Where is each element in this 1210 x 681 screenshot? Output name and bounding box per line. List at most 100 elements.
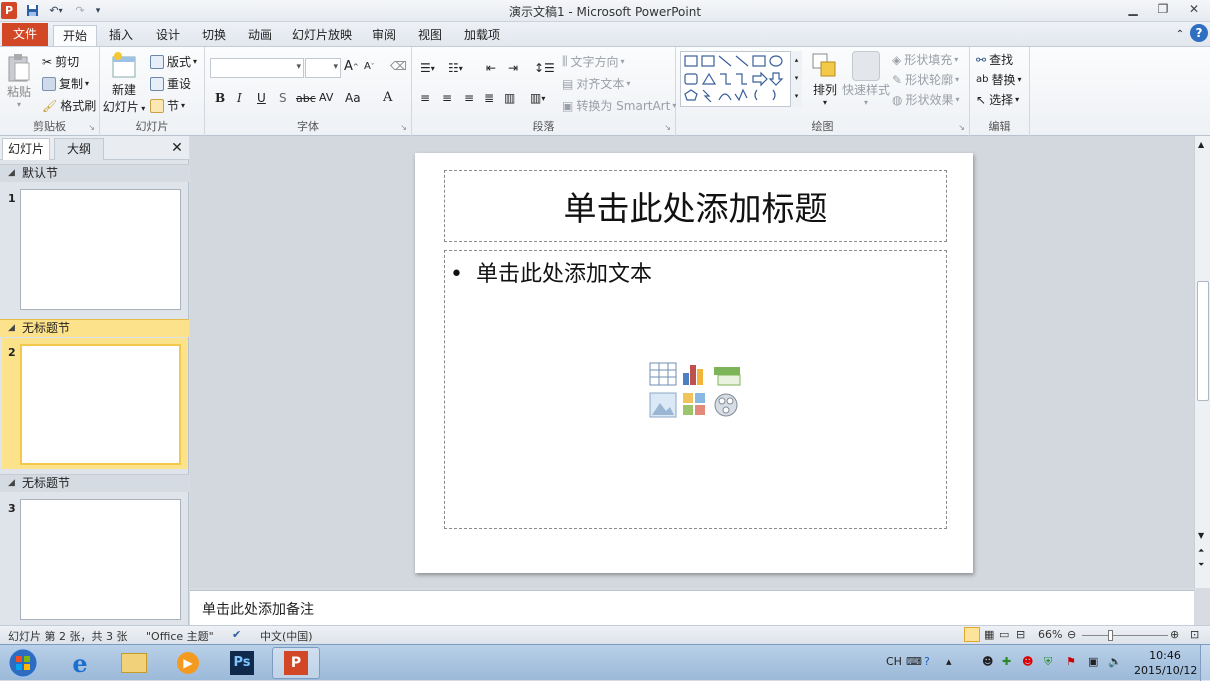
shape-fill-button[interactable]: ◈ 形状填充 ▾ xyxy=(892,51,958,68)
strikethrough-button[interactable]: abc xyxy=(296,92,316,105)
new-slide-button[interactable]: 新建 幻灯片 ▾ xyxy=(103,51,145,115)
layout-button[interactable]: 版式 ▾ xyxy=(150,53,197,70)
dialog-launcher-icon[interactable]: ↘ xyxy=(664,123,671,132)
columns-icon[interactable]: ▥ ▾ xyxy=(530,91,545,105)
line-spacing-icon[interactable]: ↕☰ xyxy=(534,61,555,75)
notes-pane[interactable]: 单击此处添加备注 xyxy=(190,590,1194,625)
section-button[interactable]: 节 ▾ xyxy=(150,97,185,114)
text-direction-button[interactable]: ⫼ 文字方向 ▾ xyxy=(562,53,625,70)
language-status[interactable]: 中文(中国) xyxy=(260,628,313,644)
distributed-icon[interactable]: ▥ xyxy=(504,91,515,105)
tab-file[interactable]: 文件 xyxy=(2,23,48,46)
zoom-slider-thumb[interactable] xyxy=(1108,630,1113,641)
find-button[interactable]: ⚯ 查找 xyxy=(976,51,1013,68)
paste-button[interactable]: 粘贴 ▾ xyxy=(6,53,32,109)
next-slide-icon[interactable]: ⏷ xyxy=(1198,560,1204,570)
minimize-icon[interactable]: ▁ xyxy=(1122,2,1144,19)
photoshop-icon[interactable]: Ps xyxy=(218,647,266,679)
section-header-untitled-selected[interactable]: ◢ 无标题节 xyxy=(0,319,189,337)
fit-to-window-icon[interactable]: ⊡ xyxy=(1190,628,1199,641)
tab-insert[interactable]: 插入 xyxy=(104,25,138,46)
normal-view-icon[interactable] xyxy=(964,627,980,642)
cut-button[interactable]: ✂ 剪切 xyxy=(42,53,79,70)
close-icon[interactable]: ✕ xyxy=(1183,2,1205,19)
close-pane-icon[interactable]: ✕ xyxy=(168,138,186,160)
previous-slide-icon[interactable]: ⏶ xyxy=(1198,546,1204,556)
replace-button[interactable]: ab 替换 ▾ xyxy=(976,71,1022,88)
shrink-font-button[interactable]: Aˇ xyxy=(364,61,374,72)
dialog-launcher-icon[interactable]: ↘ xyxy=(88,123,95,132)
underline-button[interactable]: U xyxy=(257,91,266,105)
convert-smartart-button[interactable]: ▣ 转换为 SmartArt ▾ xyxy=(562,97,676,114)
font-color-button[interactable]: A xyxy=(383,90,392,105)
italic-button[interactable]: I xyxy=(237,91,242,105)
slide-canvas[interactable]: 单击此处添加标题 • 单击此处添加文本 xyxy=(415,153,973,573)
reset-button[interactable]: 重设 xyxy=(150,75,191,92)
align-center-icon[interactable]: ≡ xyxy=(442,91,452,105)
theme-status[interactable]: "Office 主题" xyxy=(146,628,214,644)
align-text-button[interactable]: ▤ 对齐文本 ▾ xyxy=(562,75,630,92)
tab-design[interactable]: 设计 xyxy=(151,25,185,46)
powerpoint-taskbar-icon[interactable]: P xyxy=(272,647,320,679)
ime-indicator[interactable]: CH xyxy=(886,655,902,668)
qq-alert-icon[interactable]: ☻ xyxy=(1022,655,1033,668)
tab-addins[interactable]: 加载项 xyxy=(459,25,505,46)
media-player-icon[interactable]: ▶ xyxy=(164,647,212,679)
restore-icon[interactable]: ❐ xyxy=(1152,2,1174,19)
char-spacing-button[interactable]: AV xyxy=(319,91,333,104)
tab-home[interactable]: 开始 xyxy=(53,25,97,46)
flag-icon[interactable]: ⚑ xyxy=(1066,655,1076,668)
internet-explorer-icon[interactable]: e xyxy=(56,647,104,679)
select-button[interactable]: ↖ 选择 ▾ xyxy=(976,91,1019,108)
change-case-button[interactable]: Aa xyxy=(345,91,361,105)
tab-animations[interactable]: 动画 xyxy=(243,25,277,46)
slideshow-icon[interactable]: ⊟ xyxy=(1016,628,1025,641)
bullets-icon[interactable]: ☰ ▾ xyxy=(420,61,435,75)
section-header-untitled[interactable]: ◢ 无标题节 xyxy=(0,474,189,492)
file-explorer-icon[interactable] xyxy=(110,647,158,679)
dialog-launcher-icon[interactable]: ↘ xyxy=(400,123,407,132)
tab-slides-pane[interactable]: 幻灯片 xyxy=(2,138,50,160)
keyboard-icon[interactable]: ⌨ xyxy=(906,655,922,668)
format-painter-button[interactable]: 🖌 格式刷 xyxy=(42,97,96,114)
show-desktop-button[interactable] xyxy=(1200,645,1210,681)
help-icon[interactable]: ? xyxy=(1190,24,1208,42)
vertical-scrollbar[interactable]: ▲ ▼ ⏶ ⏷ xyxy=(1194,136,1210,588)
tab-slideshow[interactable]: 幻灯片放映 xyxy=(289,25,355,46)
font-family-combo[interactable]: ▾ xyxy=(210,58,304,78)
dialog-launcher-icon[interactable]: ↘ xyxy=(958,123,965,132)
tab-outline-pane[interactable]: 大纲 xyxy=(54,138,104,160)
network-icon[interactable]: ▣ xyxy=(1088,655,1098,668)
tab-transitions[interactable]: 切换 xyxy=(197,25,231,46)
increase-indent-icon[interactable]: ⇥ xyxy=(508,61,518,75)
decrease-indent-icon[interactable]: ⇤ xyxy=(486,61,496,75)
grow-font-button[interactable]: A ^ xyxy=(344,59,359,74)
numbering-icon[interactable]: ☷ ▾ xyxy=(448,61,463,75)
justify-icon[interactable]: ≣ xyxy=(484,91,494,105)
slide-thumbnail-2[interactable] xyxy=(20,344,181,465)
scrollbar-thumb[interactable] xyxy=(1197,281,1209,401)
zoom-slider[interactable] xyxy=(1082,635,1168,636)
zoom-out-icon[interactable]: ⊖ xyxy=(1067,628,1076,641)
qq-icon[interactable]: ☻ xyxy=(982,655,993,668)
shapes-gallery[interactable] xyxy=(680,51,802,107)
copy-button[interactable]: 复制 ▾ xyxy=(42,75,89,92)
clear-format-icon[interactable]: ⌫ xyxy=(390,59,407,73)
shadow-button[interactable]: S xyxy=(279,91,287,105)
reading-view-icon[interactable]: ▭ xyxy=(999,628,1009,641)
clock[interactable]: 10:46 2015/10/12 xyxy=(1134,648,1197,678)
arrange-button[interactable]: 排列 ▾ xyxy=(810,51,840,107)
shapes-scroll-icon[interactable]: ▴ ▾ ▾ xyxy=(790,51,802,107)
security-shield-icon[interactable]: ⛨ xyxy=(1044,655,1052,669)
spell-check-icon[interactable]: ✔ xyxy=(232,628,241,641)
tab-view[interactable]: 视图 xyxy=(413,25,447,46)
app-tray-icon[interactable]: ✚ xyxy=(1002,655,1011,668)
slide-thumbnail-3[interactable] xyxy=(20,499,181,620)
collapse-ribbon-icon[interactable]: ⌃ xyxy=(1172,25,1188,46)
section-header-default[interactable]: ◢ 默认节 xyxy=(0,164,189,182)
slide-thumbnail-1[interactable] xyxy=(20,189,181,310)
zoom-in-icon[interactable]: ⊕ xyxy=(1170,628,1179,641)
title-placeholder[interactable]: 单击此处添加标题 xyxy=(444,170,947,242)
quick-styles-button[interactable]: 快速样式 ▾ xyxy=(842,51,890,107)
shape-effects-button[interactable]: ◍ 形状效果 ▾ xyxy=(892,91,960,108)
